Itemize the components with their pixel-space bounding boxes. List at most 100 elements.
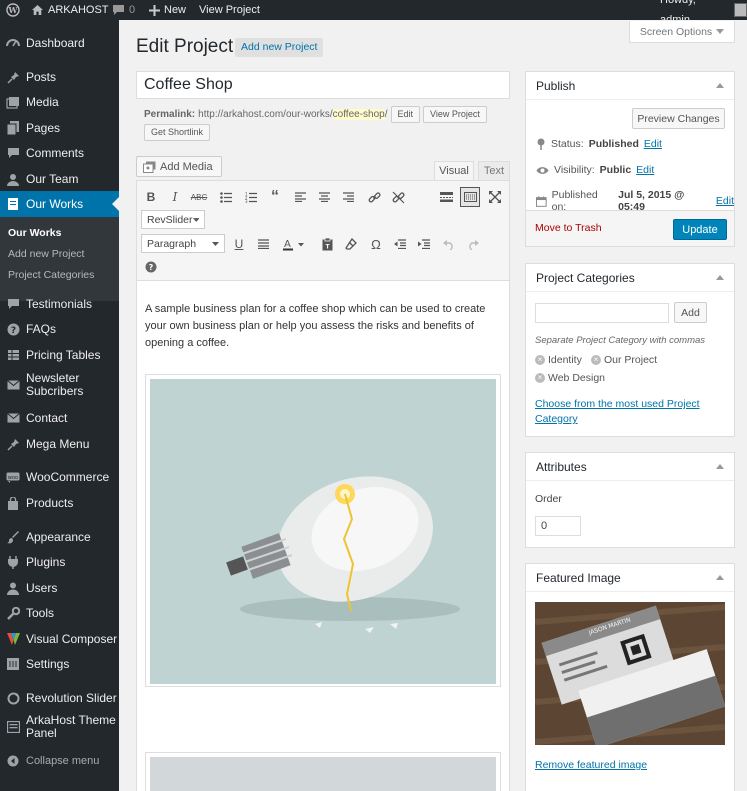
sidebar-item-media[interactable]: Media: [0, 89, 119, 115]
sidebar-item-pages[interactable]: Pages: [0, 115, 119, 141]
pin-icon: [0, 71, 26, 84]
choose-most-used-link[interactable]: Choose from the most used Project Catego…: [535, 397, 715, 427]
unlink-icon[interactable]: [388, 187, 408, 207]
editor-content-text[interactable]: A sample business plan for a coffee shop…: [145, 301, 495, 352]
remove-tag-icon[interactable]: ×: [535, 355, 545, 365]
submenu-our-works[interactable]: Our Works: [8, 227, 61, 239]
sidebar-item-our-team[interactable]: Our Team: [0, 166, 119, 192]
move-to-trash-link[interactable]: Move to Trash: [535, 222, 602, 234]
redo-icon[interactable]: [463, 234, 483, 254]
wordpress-logo-icon[interactable]: W: [6, 0, 20, 20]
publish-box-header[interactable]: Publish: [526, 72, 734, 100]
link-icon[interactable]: [364, 187, 384, 207]
paste-text-icon[interactable]: T: [317, 234, 337, 254]
order-label: Order: [535, 493, 562, 505]
underline-icon[interactable]: U: [229, 234, 249, 254]
add-media-button[interactable]: Add Media: [136, 156, 222, 177]
tab-text[interactable]: Text: [478, 161, 510, 181]
submenu-project-categories[interactable]: Project Categories: [8, 269, 94, 281]
sidebar-item-visual-composer[interactable]: Visual Composer: [0, 626, 119, 652]
sidebar-item-comments[interactable]: Comments: [0, 140, 119, 166]
preview-changes-button[interactable]: Preview Changes: [632, 108, 725, 129]
update-button[interactable]: Update: [673, 219, 727, 240]
sidebar-item-our-works[interactable]: Our Works: [0, 191, 119, 217]
help-icon[interactable]: ?: [141, 257, 161, 277]
tag-item: × Web Design: [535, 372, 605, 384]
view-project-link[interactable]: View Project: [199, 0, 260, 20]
submenu-add-new-project[interactable]: Add new Project: [8, 248, 84, 260]
edit-visibility-link[interactable]: Edit: [636, 164, 654, 176]
outdent-icon[interactable]: [390, 234, 410, 254]
sidebar-item-products[interactable]: Products: [0, 490, 119, 516]
revslider-dropdown[interactable]: RevSlider: [141, 210, 205, 229]
get-shortlink-button[interactable]: Get Shortlink: [144, 124, 211, 141]
edit-date-link[interactable]: Edit: [716, 195, 734, 207]
tab-visual[interactable]: Visual: [434, 161, 474, 181]
add-new-project-button[interactable]: Add new Project: [235, 38, 324, 57]
indent-icon[interactable]: [414, 234, 434, 254]
view-project-button[interactable]: View Project: [423, 106, 487, 123]
order-input[interactable]: 0: [535, 516, 581, 536]
clear-formatting-icon[interactable]: [341, 234, 361, 254]
sidebar-item-newsletter[interactable]: Newsleter Subcribers: [0, 368, 119, 402]
screen-options-button[interactable]: Screen Options: [629, 21, 735, 43]
sidebar-item-woocommerce[interactable]: woo WooCommerce: [0, 464, 119, 490]
sidebar-item-contact[interactable]: Contact: [0, 405, 119, 431]
align-center-icon[interactable]: [314, 187, 334, 207]
bold-icon[interactable]: B: [141, 187, 161, 207]
sidebar-item-users[interactable]: Users: [0, 575, 119, 601]
edit-permalink-button[interactable]: Edit: [390, 106, 421, 123]
format-select[interactable]: Paragraph: [141, 234, 225, 253]
sidebar-item-tools[interactable]: Tools: [0, 600, 119, 626]
edit-status-link[interactable]: Edit: [644, 138, 662, 150]
collapse-menu-button[interactable]: Collapse menu: [0, 751, 119, 771]
svg-text:?: ?: [149, 263, 154, 272]
numbered-list-icon[interactable]: 123: [241, 187, 261, 207]
permalink-url[interactable]: http://arkahost.com/our-works/coffee-sho…: [198, 109, 388, 120]
sidebar-item-faqs[interactable]: ? FAQs: [0, 316, 119, 342]
text-color-icon[interactable]: A: [279, 234, 309, 254]
featured-image[interactable]: JASON MARTIN: [535, 602, 725, 745]
sidebar-item-posts[interactable]: Posts: [0, 64, 119, 90]
sidebar-item-pricing-tables[interactable]: Pricing Tables: [0, 342, 119, 368]
sidebar-item-mega-menu[interactable]: Mega Menu: [0, 431, 119, 457]
sidebar-item-testimonials[interactable]: Testimonials: [0, 291, 119, 317]
sidebar-item-arkahost-panel[interactable]: ArkaHost Theme Panel: [0, 710, 119, 744]
justify-icon[interactable]: [253, 234, 273, 254]
comment-icon: [0, 147, 26, 159]
undo-icon[interactable]: [439, 234, 459, 254]
fullscreen-icon[interactable]: [485, 187, 505, 207]
strikethrough-icon[interactable]: ABC: [189, 187, 209, 207]
new-category-input[interactable]: [535, 303, 669, 323]
italic-icon[interactable]: I: [165, 187, 185, 207]
content-image-frame-2[interactable]: [145, 752, 501, 791]
sidebar-item-plugins[interactable]: Plugins: [0, 549, 119, 575]
sidebar-item-revolution-slider[interactable]: Revolution Slider: [0, 685, 119, 711]
sidebar-item-appearance[interactable]: Appearance: [0, 524, 119, 550]
new-content-link[interactable]: New: [149, 0, 186, 20]
site-name-link[interactable]: ARKAHOST: [31, 0, 109, 20]
sidebar-item-dashboard[interactable]: Dashboard: [0, 30, 119, 56]
bullet-list-icon[interactable]: [216, 187, 236, 207]
remove-tag-icon[interactable]: ×: [591, 355, 601, 365]
sidebar-item-settings[interactable]: Settings: [0, 651, 119, 677]
attributes-box-header[interactable]: Attributes: [526, 453, 734, 481]
project-title-input[interactable]: Coffee Shop: [136, 71, 510, 99]
align-right-icon[interactable]: [338, 187, 358, 207]
permalink-end: /: [384, 109, 388, 120]
featured-image-box-header[interactable]: Featured Image: [526, 564, 734, 592]
blockquote-icon[interactable]: “: [265, 187, 285, 207]
align-left-icon[interactable]: [290, 187, 310, 207]
content-image-frame[interactable]: [145, 374, 501, 687]
remove-tag-icon[interactable]: ×: [535, 373, 545, 383]
remove-featured-image-link[interactable]: Remove featured image: [535, 759, 647, 771]
comments-link[interactable]: 0: [112, 0, 135, 20]
toolbar-toggle-icon[interactable]: [460, 187, 480, 207]
settings-icon: [0, 658, 26, 670]
avatar: [733, 3, 747, 17]
special-character-icon[interactable]: Ω: [366, 234, 386, 254]
add-category-button[interactable]: Add: [674, 302, 707, 323]
my-account-link[interactable]: Howdy, admin: [660, 0, 747, 26]
read-more-icon[interactable]: [436, 187, 456, 207]
categories-box-header[interactable]: Project Categories: [526, 264, 734, 292]
